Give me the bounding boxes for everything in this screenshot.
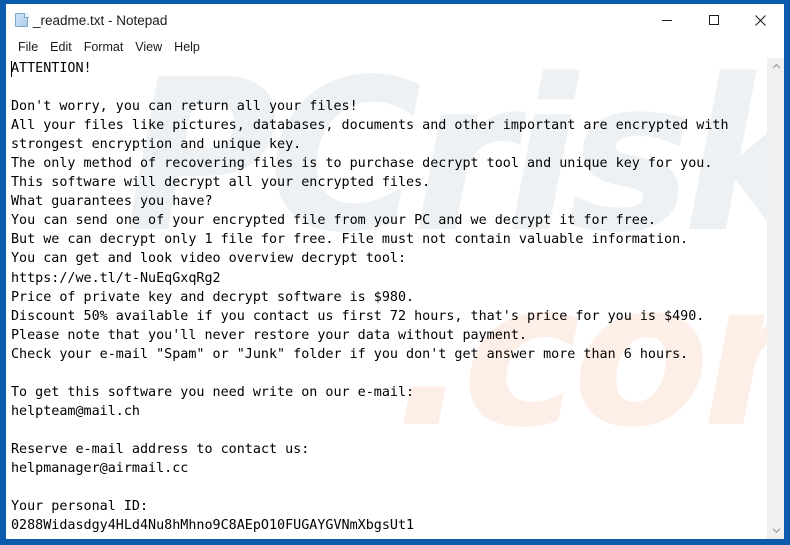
menu-item-view[interactable]: View	[129, 38, 168, 56]
ransom-note-text[interactable]: ATTENTION! Don't worry, you can return a…	[6, 58, 729, 535]
caption-buttons	[643, 4, 784, 36]
notepad-document-icon	[14, 12, 30, 28]
chevron-down-icon	[772, 528, 781, 534]
maximize-icon	[708, 15, 719, 25]
menu-item-file[interactable]: File	[12, 38, 44, 56]
vertical-scrollbar[interactable]	[767, 58, 784, 539]
minimize-icon	[661, 20, 672, 21]
window-title: _readme.txt - Notepad	[33, 12, 168, 28]
menu-item-edit[interactable]: Edit	[44, 38, 78, 56]
close-button[interactable]	[737, 4, 784, 36]
menu-item-help[interactable]: Help	[168, 38, 206, 56]
title-bar[interactable]: _readme.txt - Notepad	[6, 4, 784, 36]
text-editor-area[interactable]: PCrisk .com ATTENTION! Don't worry, you …	[6, 58, 784, 539]
minimize-button[interactable]	[643, 4, 690, 36]
scrollbar-up-button[interactable]	[768, 58, 784, 75]
chevron-up-icon	[772, 63, 781, 69]
notepad-window: _readme.txt - Notepad File Edit Format V…	[0, 0, 790, 545]
close-icon	[755, 14, 766, 26]
scrollbar-thumb[interactable]	[768, 75, 784, 522]
maximize-button[interactable]	[690, 4, 737, 36]
scrollbar-down-button[interactable]	[768, 522, 784, 539]
menu-item-format[interactable]: Format	[78, 38, 130, 56]
menu-bar: File Edit Format View Help	[6, 36, 784, 58]
